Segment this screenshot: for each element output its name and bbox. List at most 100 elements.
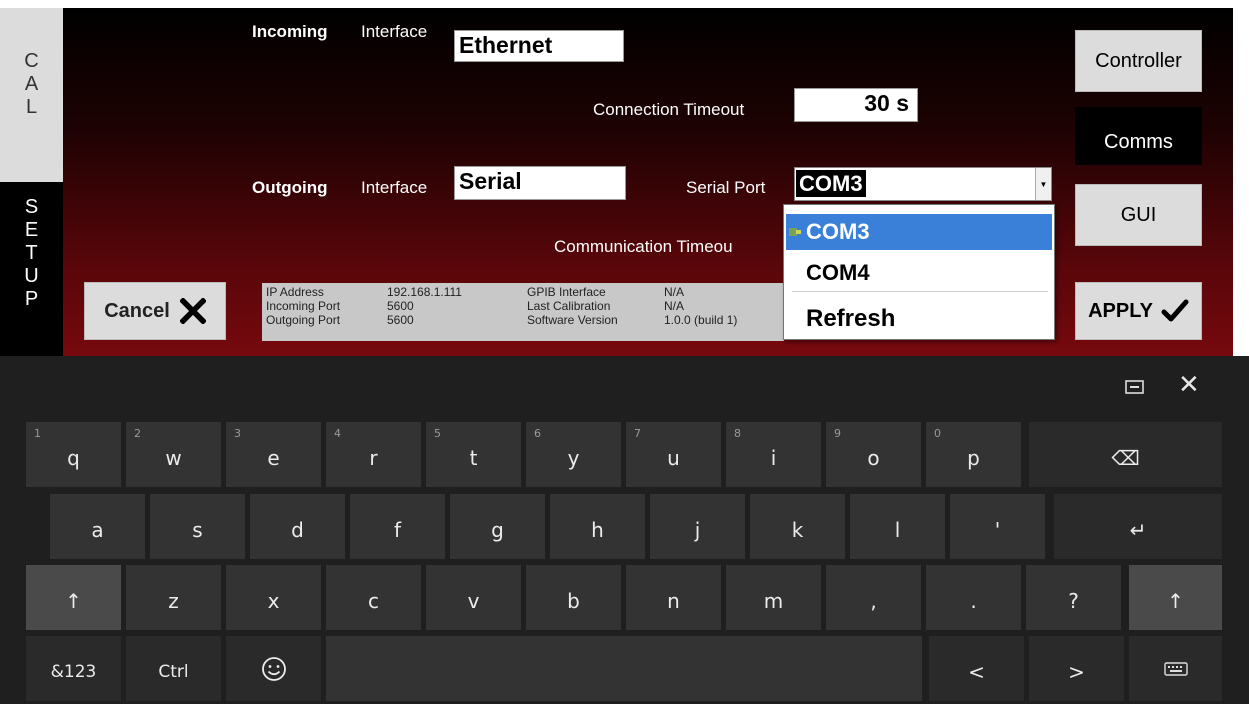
dropdown-option-refresh[interactable]: Refresh [786,301,1052,337]
last-calibration-value: N/A [664,299,685,313]
software-version-label: Software Version [527,313,618,327]
gui-button[interactable]: GUI [1075,184,1202,246]
cancel-button[interactable]: Cancel [84,282,226,340]
key-j[interactable]: j [650,494,745,559]
key-label: Ctrl [158,661,189,682]
key-a[interactable]: a [50,494,145,559]
controller-button[interactable]: Controller [1075,30,1202,92]
key-o[interactable]: 9o [826,422,921,487]
key-t[interactable]: 5t [426,422,521,487]
key-v[interactable]: v [426,565,521,630]
shift-left-key[interactable]: ↑ [26,565,121,630]
key-apostrophe[interactable]: ' [950,494,1045,559]
gpib-interface-value: N/A [664,285,685,299]
ip-address-label: IP Address [266,285,324,299]
tab-cal[interactable]: C A L [0,8,63,182]
tab-cal-letter: A [24,73,39,95]
key-label: c [368,588,379,613]
dropdown-arrow-icon[interactable]: ▼ [1035,168,1051,200]
keyboard-close-icon[interactable]: ✕ [1178,370,1200,400]
outgoing-interface-field[interactable]: Serial [454,166,626,200]
key-label: o [867,445,880,470]
key-n[interactable]: n [626,565,721,630]
key-label: e [267,445,280,470]
space-bar[interactable] [326,636,922,701]
key-label: w [165,445,182,470]
symbols-key[interactable]: &123 [26,636,121,701]
key-number-hint: 2 [134,427,141,440]
serial-port-combo[interactable]: COM3 ▼ [794,167,1052,201]
key-k[interactable]: k [750,494,845,559]
apply-button[interactable]: APPLY [1075,282,1202,340]
key-period[interactable]: . [926,565,1021,630]
key-number-hint: 0 [934,427,941,440]
connection-timeout-field[interactable]: 30 s [794,88,918,122]
communication-timeout-label: Communication Timeou [554,237,733,256]
key-label: > [1068,659,1085,684]
key-z[interactable]: z [126,565,221,630]
key-number-hint: 3 [234,427,241,440]
key-x[interactable]: x [226,565,321,630]
key-comma[interactable]: , [826,565,921,630]
smiley-icon [261,656,286,681]
key-g[interactable]: g [450,494,545,559]
key-label: s [192,517,203,542]
key-label: i [770,445,777,470]
keyboard-dock-icon[interactable] [1124,378,1146,396]
connection-timeout-label: Connection Timeout [593,100,745,119]
enter-key[interactable]: ↵ [1054,494,1222,559]
key-label: ? [1068,588,1079,613]
arrow-left-key[interactable]: < [929,636,1024,701]
key-label: l [894,517,901,542]
keyboard-layout-key[interactable] [1129,636,1222,701]
shift-right-key[interactable]: ↑ [1129,565,1222,630]
key-m[interactable]: m [726,565,821,630]
key-question[interactable]: ? [1026,565,1121,630]
software-version-value: 1.0.0 (build 1) [664,313,738,327]
key-b[interactable]: b [526,565,621,630]
key-s[interactable]: s [150,494,245,559]
key-f[interactable]: f [350,494,445,559]
apply-button-label: APPLY [1088,299,1153,322]
tab-setup[interactable]: S E T U P [0,182,63,356]
key-y[interactable]: 6y [526,422,621,487]
key-label: t [469,445,478,470]
key-u[interactable]: 7u [626,422,721,487]
outgoing-label: Outgoing [252,178,328,197]
serial-port-icon [789,228,801,236]
ctrl-key[interactable]: Ctrl [126,636,221,701]
touch-keyboard: ✕ 1 q 2 w 3 e 4 r 5 t 6 y 7 u 8 i 9 o 0 p ⌫ a s d f g h j k l ' ↵ ↑ z x c… [0,356,1249,704]
key-c[interactable]: c [326,565,421,630]
key-r[interactable]: 4r [326,422,421,487]
key-w[interactable]: 2w [126,422,221,487]
key-label: x [267,588,280,613]
incoming-port-label: Incoming Port [266,299,341,313]
dropdown-option-com4[interactable]: COM4 [786,255,1052,291]
dropdown-option-com3[interactable]: COM3 [786,214,1052,250]
arrow-right-key[interactable]: > [1029,636,1124,701]
backspace-key[interactable]: ⌫ [1029,422,1222,487]
incoming-label: Incoming [252,22,328,41]
key-p[interactable]: 0p [926,422,1021,487]
key-label: ↵ [1129,517,1147,542]
key-label: z [168,588,179,613]
key-label: ↑ [1167,588,1184,613]
key-q[interactable]: 1q [26,422,121,487]
key-h[interactable]: h [550,494,645,559]
incoming-interface-field[interactable]: Ethernet [454,30,624,62]
key-d[interactable]: d [250,494,345,559]
dropdown-option-label: Refresh [806,305,896,332]
key-label: j [694,517,701,542]
key-l[interactable]: l [850,494,945,559]
key-label: r [369,445,378,470]
key-i[interactable]: 8i [726,422,821,487]
checkmark-icon [1161,299,1189,322]
keyboard-icon [1163,661,1188,676]
key-e[interactable]: 3e [226,422,321,487]
comms-button[interactable]: Comms [1075,107,1202,165]
emoji-key[interactable] [226,636,321,701]
outgoing-interface-label: Interface [361,178,428,197]
status-info-panel: IP Address 192.168.1.111 Incoming Port 5… [262,283,784,341]
dropdown-separator [792,291,1048,292]
key-label: p [967,445,980,470]
